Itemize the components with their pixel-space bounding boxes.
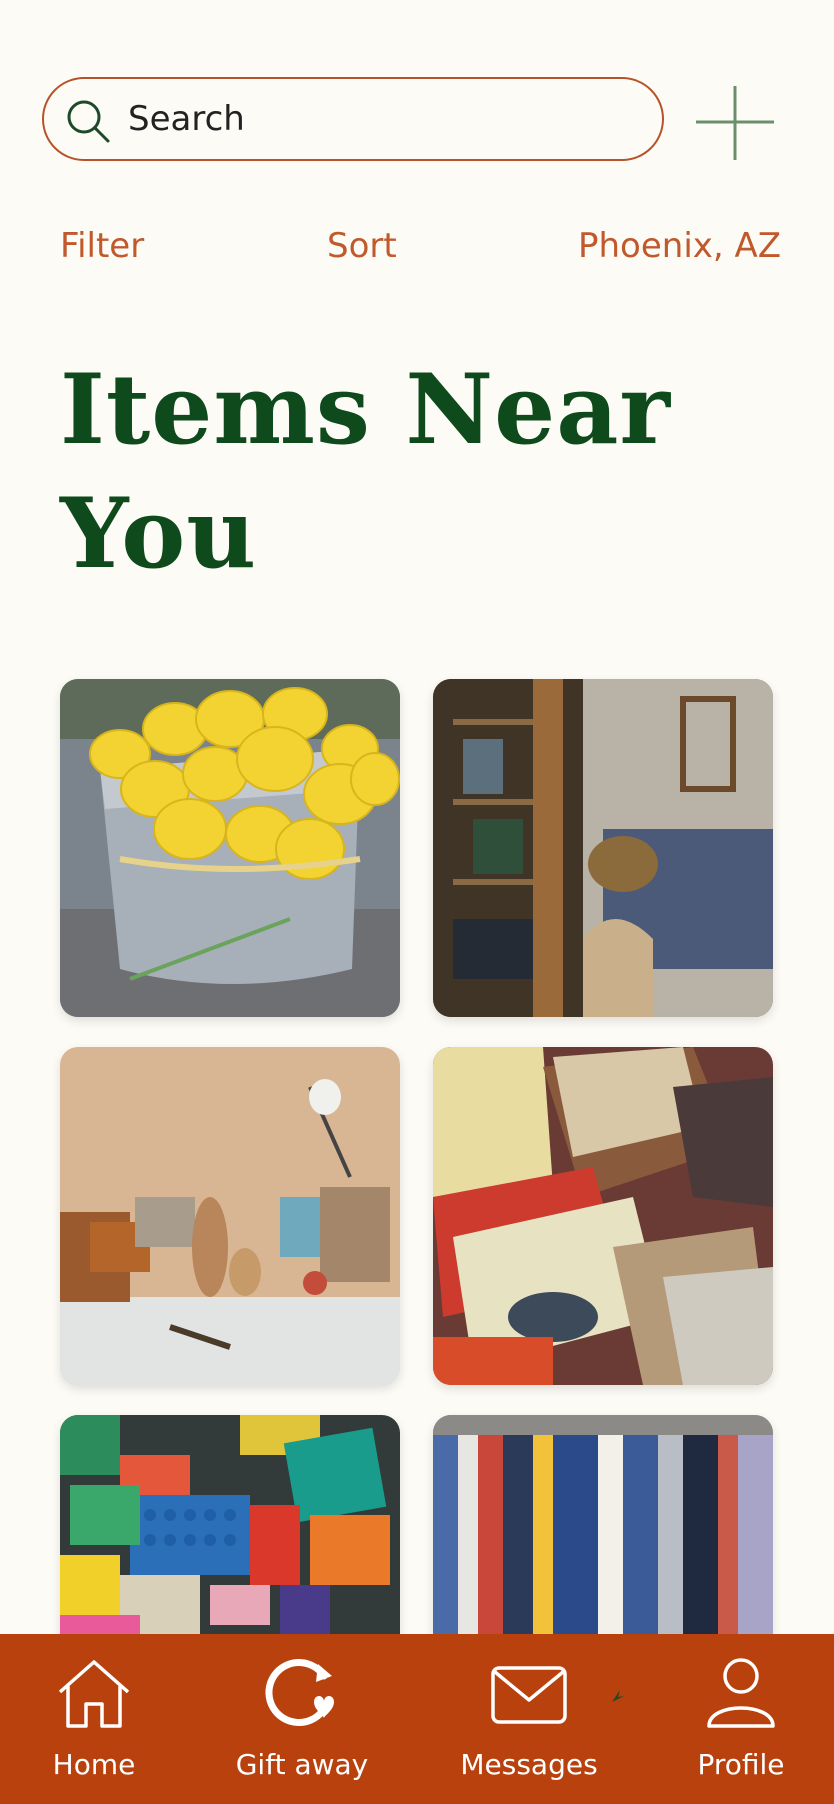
magazines-image [433, 1047, 773, 1385]
location-button[interactable]: Phoenix, AZ [578, 226, 781, 266]
nav-messages-label: Messages [460, 1748, 598, 1781]
filter-row: Filter Sort Phoenix, AZ [0, 226, 834, 270]
item-card-decor[interactable] [60, 1047, 400, 1385]
nav-profile[interactable]: Profile [651, 1656, 831, 1786]
nav-home-label: Home [52, 1748, 136, 1781]
gift-away-icon [265, 1659, 334, 1726]
search-input[interactable]: Search [128, 99, 245, 139]
nav-profile-label: Profile [697, 1748, 785, 1781]
home-icon [58, 1660, 130, 1728]
mail-icon [491, 1666, 567, 1724]
nav-home[interactable]: Home [4, 1656, 184, 1786]
sort-button[interactable]: Sort [327, 226, 397, 266]
nav-messages[interactable]: Messages [439, 1656, 619, 1786]
item-card-lemons[interactable] [60, 679, 400, 1017]
nav-gift-away[interactable]: Gift away [212, 1656, 392, 1786]
cursor-icon [612, 1690, 624, 1702]
search-icon [67, 100, 110, 143]
nav-gift-away-label: Gift away [235, 1748, 369, 1781]
page-title: Items Near You [60, 353, 671, 590]
garage-image [433, 679, 773, 1017]
item-card-garage[interactable] [433, 679, 773, 1017]
add-icon[interactable] [694, 84, 776, 162]
filter-button[interactable]: Filter [60, 226, 144, 266]
decor-image [60, 1047, 400, 1385]
bottom-nav: Home Gift away Messages Profile [0, 1634, 834, 1804]
search-bar[interactable]: Search [42, 77, 664, 161]
profile-icon [707, 1658, 775, 1728]
lemons-image [60, 679, 400, 1017]
item-card-magazines[interactable] [433, 1047, 773, 1385]
